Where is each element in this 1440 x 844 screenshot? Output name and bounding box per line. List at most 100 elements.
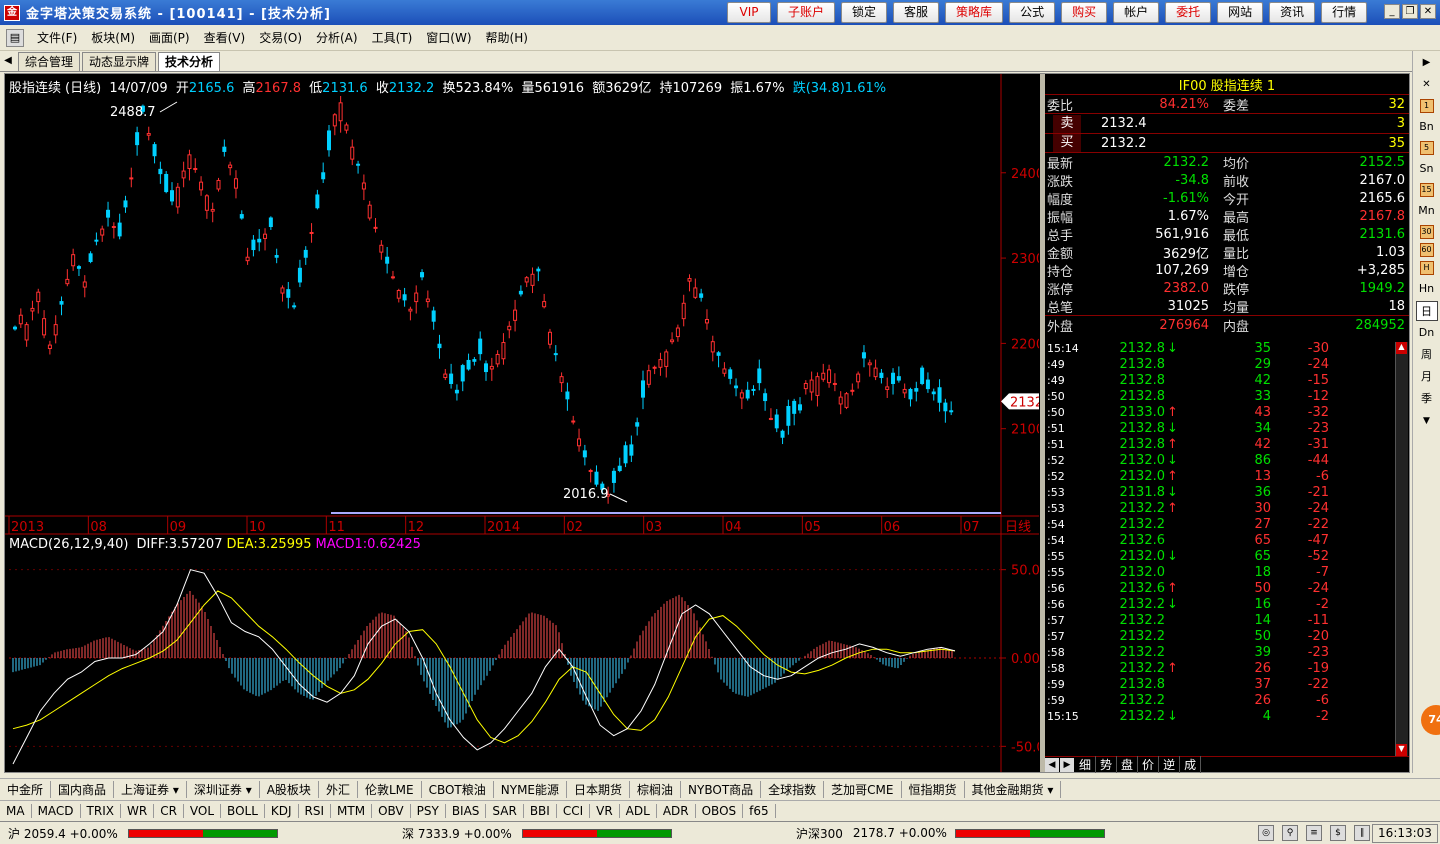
tick-row[interactable]: :54 2132.2 27 -22 (1045, 516, 1409, 532)
indicator-tab[interactable]: OBV (372, 804, 411, 818)
indicator-tab[interactable]: f65 (743, 804, 776, 818)
tick-row[interactable]: :59 2132.8 37 -22 (1045, 676, 1409, 692)
minimize-icon[interactable]: _ (1384, 4, 1400, 19)
buy-row[interactable]: 买 2132.2 35 (1045, 133, 1409, 153)
menu-trade[interactable]: 交易(O) (252, 29, 309, 46)
tick-row[interactable]: 15:15 2132.2 ↓ 4 -2 (1045, 708, 1409, 724)
sidebar-close-icon[interactable]: ✕ (1416, 75, 1438, 95)
period-5-icon[interactable]: 5 (1419, 141, 1434, 155)
indicator-tab[interactable]: WR (121, 804, 155, 818)
market-tab[interactable]: 日本期货 (567, 781, 631, 798)
tick-row[interactable]: :52 2132.0 ↑ 13 -6 (1045, 468, 1409, 484)
qtab-price[interactable]: 价 (1138, 756, 1160, 773)
sub-account-button[interactable]: 子账户 (777, 2, 836, 23)
indicator-tab[interactable]: OBOS (696, 804, 744, 818)
market-tab[interactable]: 恒指期货 (902, 781, 965, 798)
tick-list[interactable]: 15:14 2132.8 ↓ 35 -30:49 2132.8 29 -24:4… (1045, 340, 1409, 724)
market-tab[interactable]: NYBOT商品 (681, 781, 762, 798)
market-tab[interactable]: 中金所 (0, 781, 52, 798)
status-pause-icon[interactable]: ∥ (1354, 825, 1370, 841)
restore-icon[interactable]: ❐ (1402, 4, 1418, 19)
indicator-tab[interactable]: VOL (184, 804, 222, 818)
tick-row[interactable]: :53 2131.8 ↓ 36 -21 (1045, 484, 1409, 500)
tick-row[interactable]: :52 2132.0 ↓ 86 -44 (1045, 452, 1409, 468)
period-mn[interactable]: Mn (1416, 201, 1438, 221)
tick-row[interactable]: :49 2132.8 42 -15 (1045, 372, 1409, 388)
tick-row[interactable]: :54 2132.6 65 -47 (1045, 532, 1409, 548)
menu-window[interactable]: 窗口(W) (419, 29, 478, 46)
vip-button[interactable]: VIP (727, 2, 771, 23)
indicator-tab[interactable]: SAR (486, 804, 524, 818)
tick-row[interactable]: :53 2132.2 ↑ 30 -24 (1045, 500, 1409, 516)
tick-row[interactable]: :55 2132.0 18 -7 (1045, 564, 1409, 580)
tick-scrollbar[interactable]: ▲ ▼ (1395, 342, 1408, 756)
tick-row[interactable]: :58 2132.2 39 -23 (1045, 644, 1409, 660)
close-icon[interactable]: ✕ (1420, 4, 1436, 19)
period-day[interactable]: 日 (1415, 301, 1438, 321)
period-week[interactable]: 周 (1416, 345, 1438, 365)
period-sn[interactable]: Sn (1416, 159, 1438, 179)
scroll-up-icon[interactable]: ▲ (1396, 342, 1407, 354)
qtab-book[interactable]: 盘 (1117, 756, 1139, 773)
indicator-tab[interactable]: MACD (32, 804, 81, 818)
website-button[interactable]: 网站 (1217, 2, 1264, 23)
tick-row[interactable]: :58 2132.2 ↑ 26 -19 (1045, 660, 1409, 676)
market-tab[interactable]: 芝加哥CME (824, 781, 902, 798)
period-season[interactable]: 季 (1416, 389, 1438, 409)
sell-row[interactable]: 卖 2132.4 3 (1045, 113, 1409, 133)
period-1-icon[interactable]: 1 (1419, 99, 1434, 113)
tick-row[interactable]: :56 2132.2 ↓ 16 -2 (1045, 596, 1409, 612)
tick-row[interactable]: :56 2132.6 ↑ 50 -24 (1045, 580, 1409, 596)
period-month[interactable]: 月 (1416, 367, 1438, 387)
strategy-library-button[interactable]: 策略库 (945, 2, 1004, 23)
menu-tools[interactable]: 工具(T) (365, 29, 420, 46)
status-search-icon[interactable]: ⚲ (1282, 825, 1298, 841)
chart-svg[interactable]: 2100 2200 2300 2400 2013 08 09 10 11 12 2014 02 03 04… (5, 74, 1053, 772)
account-button[interactable]: 帐户 (1113, 2, 1160, 23)
market-tab[interactable]: 国内商品 (51, 781, 115, 798)
indicator-tab[interactable]: MA (0, 804, 32, 818)
market-tab[interactable]: 棕榈油 (630, 781, 682, 798)
scroll-down-icon[interactable]: ▼ (1396, 744, 1407, 756)
indicator-tab[interactable]: BIAS (446, 804, 487, 818)
menu-file[interactable]: 文件(F) (30, 29, 84, 46)
tick-row[interactable]: :51 2132.8 ↑ 42 -31 (1045, 436, 1409, 452)
qtab-detail[interactable]: 细 (1075, 756, 1097, 773)
period-hn[interactable]: Hn (1416, 279, 1438, 299)
formula-button[interactable]: 公式 (1009, 2, 1056, 23)
menu-sector[interactable]: 板块(M) (84, 29, 142, 46)
market-tab[interactable]: 其他金融期货 ▾ (965, 781, 1062, 798)
tick-row[interactable]: :50 2133.0 ↑ 43 -32 (1045, 404, 1409, 420)
qtab-deal[interactable]: 成 (1180, 756, 1202, 773)
status-server-icon[interactable]: ≡ (1306, 825, 1322, 841)
tick-row[interactable]: :50 2132.8 33 -12 (1045, 388, 1409, 404)
period-60-icon[interactable]: 60 (1419, 243, 1434, 257)
market-tab[interactable]: 上海证券 ▾ (114, 781, 187, 798)
indicator-tab[interactable]: KDJ (265, 804, 299, 818)
tick-row[interactable]: :49 2132.8 29 -24 (1045, 356, 1409, 372)
indicator-tab[interactable]: BBI (524, 804, 557, 818)
lock-button[interactable]: 锁定 (841, 2, 888, 23)
market-tab[interactable]: 外汇 (319, 781, 358, 798)
tab-dynamic-board[interactable]: 动态显示牌 (82, 52, 157, 71)
indicator-tab[interactable]: CCI (557, 804, 591, 818)
tick-row[interactable]: 15:14 2132.8 ↓ 35 -30 (1045, 340, 1409, 356)
period-h-icon[interactable]: H (1419, 261, 1434, 275)
sidebar-more-icon[interactable]: ▼ (1416, 411, 1438, 431)
market-tab[interactable]: 深圳证券 ▾ (187, 781, 260, 798)
menu-analysis[interactable]: 分析(A) (309, 29, 365, 46)
prev-icon[interactable]: ◀ (1045, 757, 1059, 772)
tick-row[interactable]: :57 2132.2 50 -20 (1045, 628, 1409, 644)
period-bn[interactable]: Bn (1416, 117, 1438, 137)
menu-view[interactable]: 查看(V) (197, 29, 253, 46)
status-money-icon[interactable]: $ (1330, 825, 1346, 841)
market-tab[interactable]: 伦敦LME (358, 781, 422, 798)
menu-help[interactable]: 帮助(H) (479, 29, 535, 46)
market-tab[interactable]: A股板块 (260, 781, 319, 798)
indicator-tab[interactable]: BOLL (221, 804, 265, 818)
tab-scroll-left-icon[interactable]: ◀ (0, 51, 16, 71)
purchase-button[interactable]: 购买 (1061, 2, 1108, 23)
indicator-tab[interactable]: RSI (299, 804, 332, 818)
indicator-tab[interactable]: TRIX (81, 804, 121, 818)
indicator-tab[interactable]: CR (154, 804, 184, 818)
